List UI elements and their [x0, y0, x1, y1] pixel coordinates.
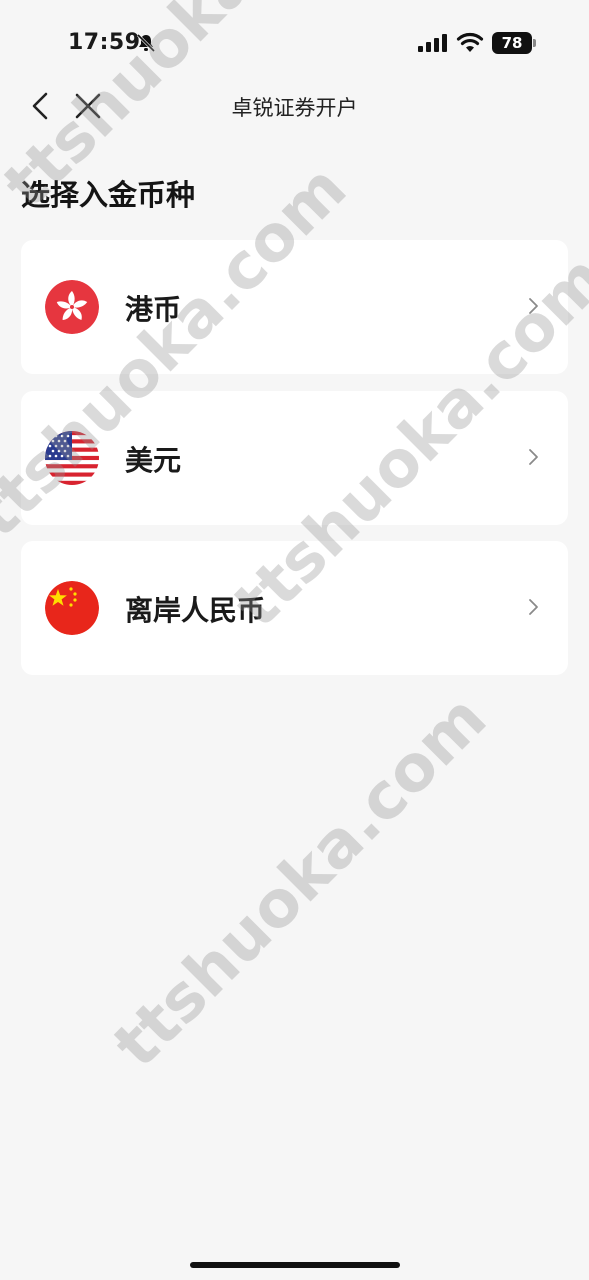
- hong-kong-flag-icon: [45, 280, 99, 334]
- china-flag-icon: [45, 581, 99, 635]
- currency-option-usd[interactable]: 美元: [21, 391, 568, 525]
- watermark: ttshuoka.com: [100, 681, 501, 1083]
- currency-option-hkd[interactable]: 港币: [21, 240, 568, 374]
- currency-label: 美元: [125, 444, 182, 477]
- cellular-signal-icon: [418, 34, 448, 52]
- currency-label: 港币: [125, 293, 182, 326]
- nav-bar: 卓锐证券开户: [0, 80, 589, 132]
- currency-option-cnh[interactable]: 离岸人民币: [21, 541, 568, 675]
- status-time: 17:59: [68, 30, 141, 55]
- chevron-right-icon: [527, 597, 539, 617]
- battery-icon: 78: [492, 32, 536, 54]
- status-bar: 17:59 78: [0, 0, 589, 80]
- page-title: 卓锐证券开户: [231, 96, 358, 120]
- battery-level: 78: [492, 32, 532, 54]
- us-flag-icon: [45, 431, 99, 485]
- chevron-right-icon: [527, 296, 539, 316]
- section-title: 选择入金币种: [21, 178, 196, 212]
- wifi-icon: [456, 31, 484, 53]
- currency-label: 离岸人民币: [125, 594, 266, 627]
- home-indicator[interactable]: [190, 1262, 400, 1268]
- chevron-right-icon: [527, 447, 539, 467]
- muted-bell-icon: [136, 33, 156, 53]
